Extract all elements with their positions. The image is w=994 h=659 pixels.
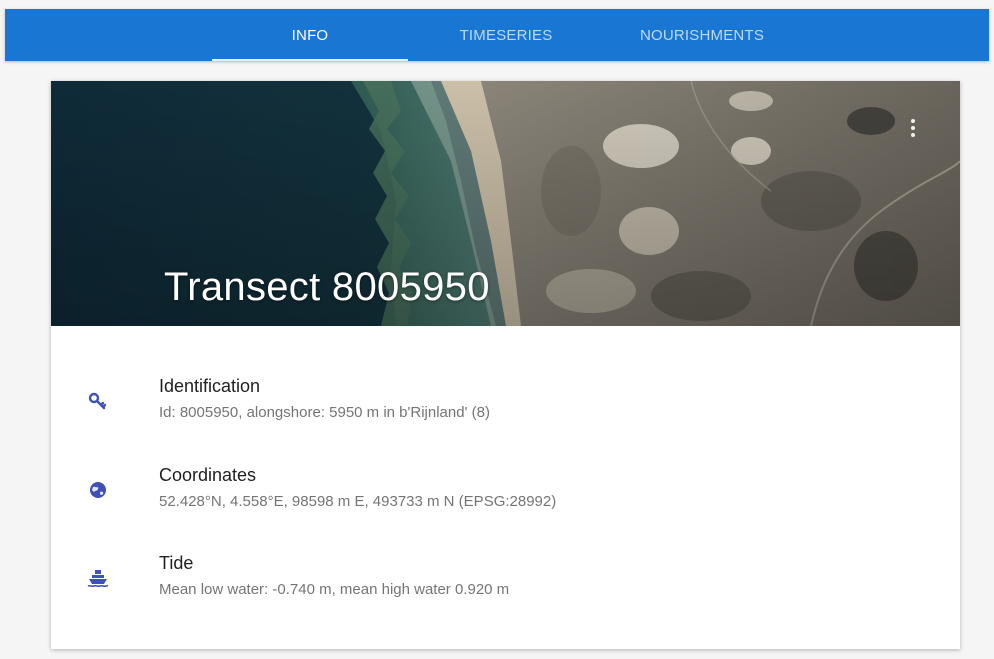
coordinates-value: 52.428°N, 4.558°E, 98598 m E, 493733 m N…	[159, 493, 557, 510]
coordinates-row: Coordinates 52.428°N, 4.558°E, 98598 m E…	[51, 457, 960, 517]
tab-nourishments-label: NOURISHMENTS	[639, 26, 765, 44]
tab-timeseries[interactable]: TIMESERIES	[408, 9, 604, 61]
satellite-header-image: Transect 8005950	[51, 81, 960, 326]
transect-info-card: Transect 8005950 Identification Id: 8005…	[51, 81, 960, 649]
tide-row: Tide Mean low water: -0.740 m, mean high…	[51, 545, 960, 605]
transect-title: Transect 8005950	[164, 265, 490, 309]
identification-title: Identification	[159, 376, 261, 396]
tab-info-label: INFO	[291, 26, 329, 44]
tab-timeseries-label: TIMESERIES	[459, 26, 553, 44]
more-vert-icon[interactable]	[904, 119, 922, 143]
tab-info[interactable]: INFO	[212, 9, 408, 61]
key-icon	[88, 392, 107, 410]
ship-icon	[87, 570, 109, 588]
tide-title: Tide	[159, 553, 194, 573]
identification-value: Id: 8005950, alongshore: 5950 m in b'Rij…	[159, 404, 490, 421]
identification-row: Identification Id: 8005950, alongshore: …	[51, 368, 960, 428]
globe-icon	[90, 482, 106, 498]
active-tab-indicator	[212, 59, 408, 61]
coordinates-title: Coordinates	[159, 465, 257, 485]
top-tab-bar: INFO TIMESERIES NOURISHMENTS	[5, 9, 989, 61]
tab-nourishments[interactable]: NOURISHMENTS	[604, 9, 800, 61]
tide-value: Mean low water: -0.740 m, mean high wate…	[159, 581, 510, 598]
